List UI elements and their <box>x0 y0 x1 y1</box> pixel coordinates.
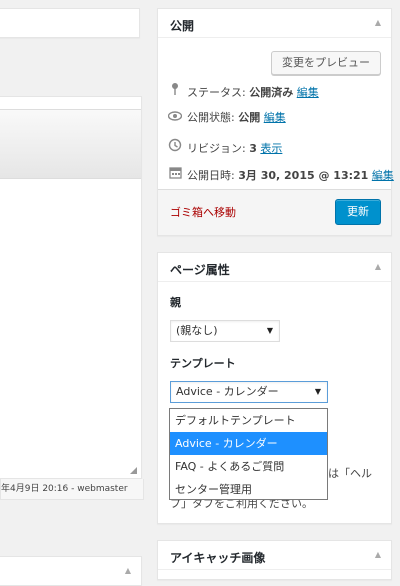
chevron-down-icon: ▼ <box>266 326 273 335</box>
template-label: テンプレート <box>170 357 236 370</box>
last-edited-info: 年4月9日 20:16 - webmaster <box>0 479 144 500</box>
toggle-arrow-icon[interactable]: ▲ <box>375 18 381 27</box>
page-attributes-header[interactable]: ページ属性 ▲ <box>158 253 391 282</box>
visibility-value: 公開 <box>238 111 261 124</box>
template-select[interactable]: Advice - カレンダー ▼ <box>170 381 328 403</box>
preview-changes-button[interactable]: 変更をプレビュー <box>271 51 381 75</box>
status-row: ステータス: 公開済み 編集 <box>168 82 319 101</box>
history-icon <box>168 138 182 157</box>
chevron-down-icon: ▼ <box>314 387 321 396</box>
parent-select[interactable]: (親なし) ▼ <box>170 320 280 342</box>
revisions-row: リビジョン: 3 表示 <box>168 138 282 157</box>
publish-header[interactable]: 公開 ▲ <box>158 9 391 38</box>
pin-icon <box>168 82 182 101</box>
revisions-view-link[interactable]: 表示 <box>260 142 282 155</box>
publish-postbox: 公開 ▲ 変更をプレビュー ステータス: 公開済み 編集 公開状態: 公開 編集… <box>157 8 394 236</box>
move-to-trash-link[interactable]: ゴミ箱へ移動 <box>170 204 236 220</box>
template-option[interactable]: センター管理用 <box>170 478 327 501</box>
date-edit-link[interactable]: 編集 <box>372 169 394 182</box>
publish-title: 公開 <box>170 19 195 33</box>
page-attributes-title: ページ属性 <box>170 263 230 277</box>
parent-select-value: (親なし) <box>176 324 218 337</box>
publish-date-row: 公開日時: 3月 30, 2015 @ 13:21 編集 <box>168 166 394 182</box>
template-option-selected[interactable]: Advice - カレンダー <box>170 432 327 455</box>
template-option[interactable]: デフォルトテンプレート <box>170 409 327 432</box>
featured-image-postbox: アイキャッチ画像 ▲ <box>157 540 392 580</box>
status-value: 公開済み <box>249 86 294 99</box>
left-postbox: ▲ <box>0 556 142 586</box>
update-button[interactable]: 更新 <box>335 199 381 225</box>
help-text-fragment: は「ヘル <box>328 467 372 480</box>
resize-handle-icon[interactable] <box>130 467 137 474</box>
toggle-arrow-icon[interactable]: ▲ <box>125 566 131 575</box>
visibility-row: 公開状態: 公開 編集 <box>167 110 286 126</box>
revisions-count: 3 <box>249 142 257 155</box>
publish-date-value: 3月 30, 2015 @ 13:21 <box>238 169 369 182</box>
calendar-icon <box>168 166 182 184</box>
status-edit-link[interactable]: 編集 <box>297 86 319 99</box>
toggle-arrow-icon[interactable]: ▲ <box>375 550 381 559</box>
parent-label: 親 <box>170 296 181 309</box>
editor-toolbar <box>0 109 141 179</box>
eye-icon <box>167 110 183 126</box>
featured-image-title: アイキャッチ画像 <box>170 551 266 565</box>
template-option[interactable]: FAQ - よくあるご質問 <box>170 455 327 478</box>
featured-image-header[interactable]: アイキャッチ画像 ▲ <box>158 541 391 570</box>
content-editor[interactable] <box>0 96 142 479</box>
visibility-edit-link[interactable]: 編集 <box>264 111 286 124</box>
title-input-box[interactable] <box>0 8 140 38</box>
template-options-list: デフォルトテンプレート Advice - カレンダー FAQ - よくあるご質問… <box>169 408 328 500</box>
publish-actions: ゴミ箱へ移動 更新 <box>158 189 391 235</box>
toggle-arrow-icon[interactable]: ▲ <box>375 262 381 271</box>
template-select-value: Advice - カレンダー <box>176 385 279 398</box>
